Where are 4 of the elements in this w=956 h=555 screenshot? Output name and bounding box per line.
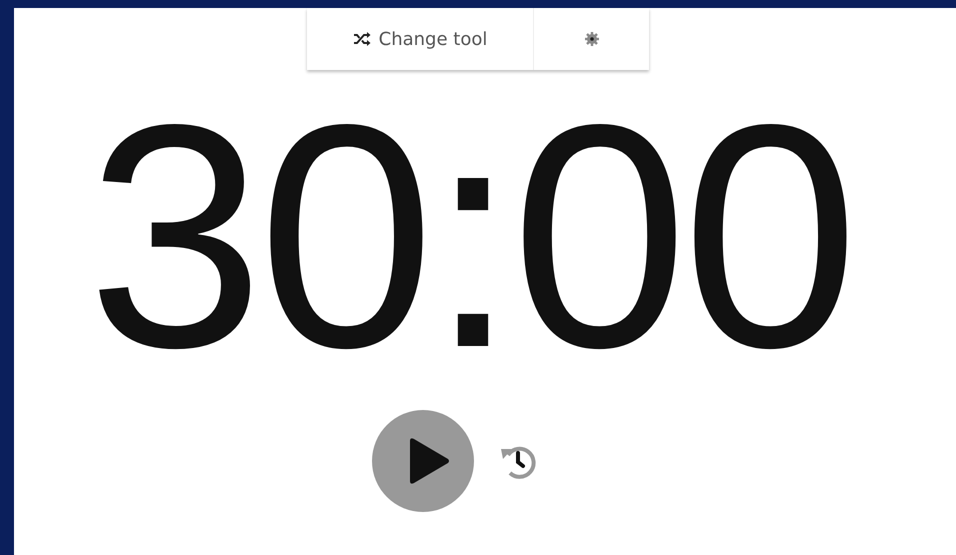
- change-tool-button[interactable]: Change tool: [307, 8, 534, 70]
- timer-display: 30:00: [87, 78, 853, 396]
- shuffle-icon: [352, 32, 371, 46]
- settings-icon: [584, 31, 600, 47]
